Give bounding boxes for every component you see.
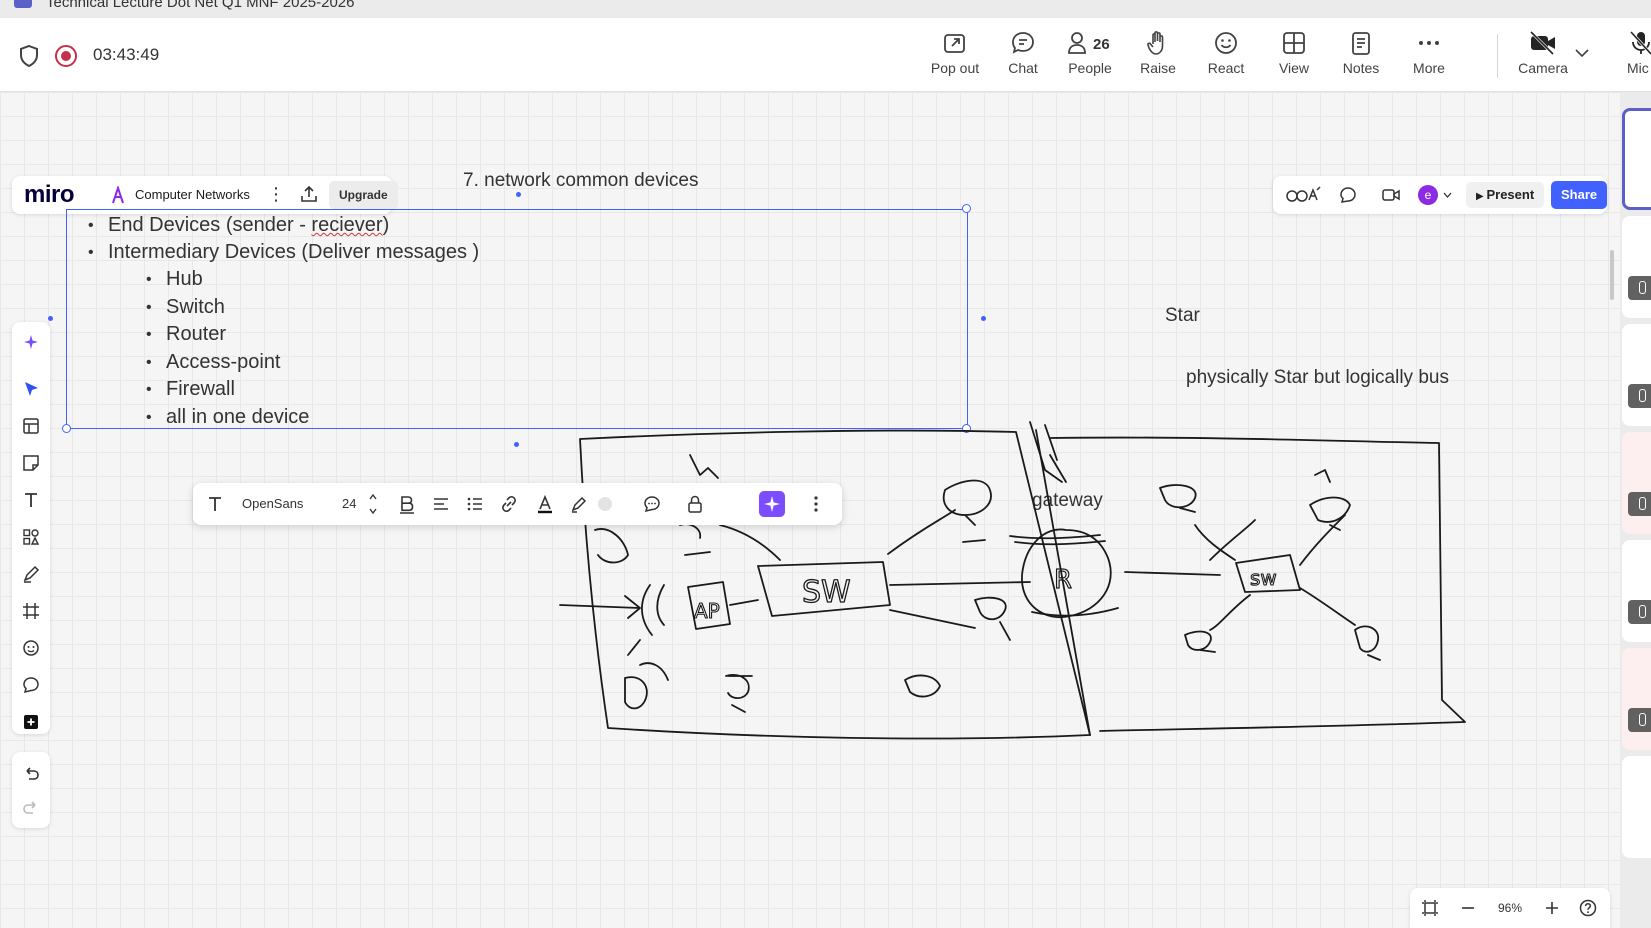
screen: Technical Lecture Dot Net Q1 MNF 2025-20… <box>0 0 1651 928</box>
comment-icon[interactable] <box>642 494 662 514</box>
zoom-controls: 96% <box>1410 888 1610 928</box>
zoom-out-icon[interactable] <box>1458 898 1478 918</box>
highlight-icon[interactable] <box>569 494 589 514</box>
participant-tile[interactable] <box>1622 540 1651 642</box>
font-size-stepper-icon[interactable] <box>368 491 378 517</box>
mic-muted-icon <box>1628 600 1651 624</box>
mic-label: Mic <box>1627 60 1649 76</box>
text-format-toolbar: OpenSans 24 <box>193 483 842 525</box>
sketch-label-sw-star: sw <box>1250 566 1277 590</box>
ai-assist-button[interactable] <box>759 491 785 517</box>
participant-tile[interactable] <box>1622 648 1651 750</box>
network-sketch[interactable]: SW AP R sw <box>0 0 1620 928</box>
text-color-icon[interactable] <box>535 494 555 514</box>
help-icon[interactable] <box>1578 898 1598 918</box>
zoom-level[interactable]: 96% <box>1498 901 1522 915</box>
align-left-icon[interactable] <box>431 494 451 514</box>
mic-off-icon <box>1629 30 1651 56</box>
participant-tile[interactable] <box>1622 432 1651 534</box>
participant-tile[interactable] <box>1622 216 1651 318</box>
lock-icon[interactable] <box>685 494 705 514</box>
sketch-label-sw: SW <box>802 575 851 610</box>
fit-to-screen-icon[interactable] <box>1420 898 1440 918</box>
transparency-icon[interactable] <box>595 494 615 514</box>
bold-icon[interactable] <box>397 494 417 514</box>
mic-muted-icon <box>1628 708 1651 732</box>
text-type-icon[interactable] <box>205 494 225 514</box>
participant-tile[interactable] <box>1622 108 1651 210</box>
font-size-input[interactable]: 24 <box>342 496 356 511</box>
mic-muted-icon <box>1628 276 1651 300</box>
font-family-select[interactable]: OpenSans <box>242 496 303 511</box>
mic-muted-icon <box>1628 384 1651 408</box>
more-options-icon[interactable] <box>811 494 821 514</box>
sketch-label-ap: AP <box>694 599 720 623</box>
mic-muted-icon <box>1628 492 1651 516</box>
zoom-in-icon[interactable] <box>1542 898 1562 918</box>
ai-sparkle-icon <box>764 496 780 512</box>
sketch-label-r: R <box>1054 565 1072 595</box>
participant-tile[interactable] <box>1622 324 1651 426</box>
participant-tile[interactable] <box>1622 756 1651 858</box>
link-icon[interactable] <box>499 494 519 514</box>
participants-strip <box>1620 92 1651 928</box>
bullet-list-icon[interactable] <box>465 494 485 514</box>
